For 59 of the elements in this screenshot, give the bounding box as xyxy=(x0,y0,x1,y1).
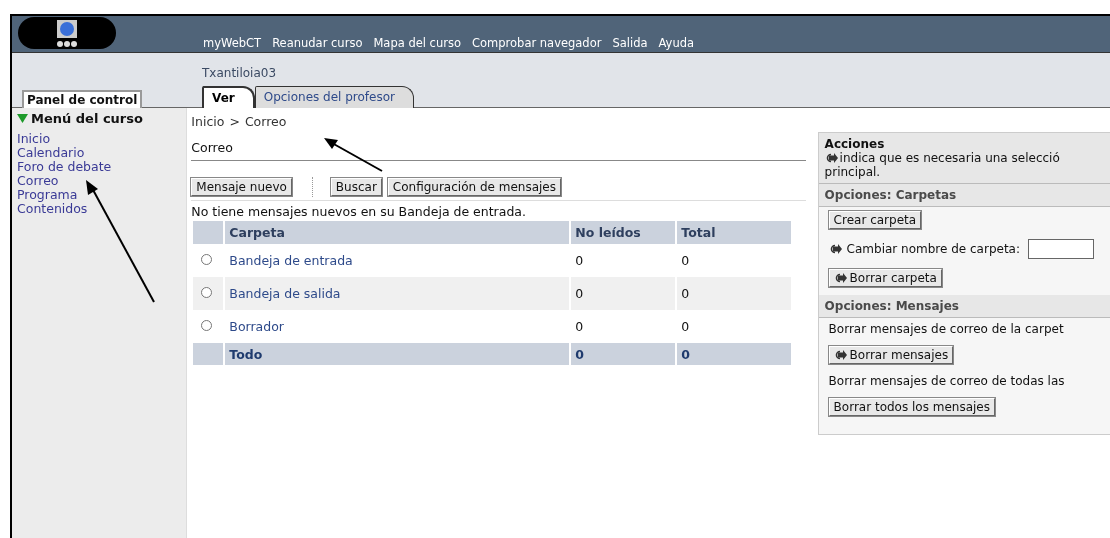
annotation-arrow xyxy=(324,138,384,173)
sidebar-link[interactable]: Contenidos xyxy=(17,202,187,216)
folder-link[interactable]: Borrador xyxy=(229,319,284,334)
course-name: Txantiloia03 xyxy=(202,66,278,80)
folder-name-field[interactable] xyxy=(1028,239,1094,259)
folder-link[interactable]: Bandeja de salida xyxy=(229,286,341,301)
section-title: Opciones: Carpetas xyxy=(818,184,1110,207)
table-cell: 0 xyxy=(675,277,792,310)
radio-button[interactable] xyxy=(201,320,213,331)
actions-title: Acciones xyxy=(824,137,886,151)
nav-link[interactable]: Ayuda xyxy=(658,36,695,50)
table-cell: 0 xyxy=(675,343,792,365)
field-label: Cambiar nombre de carpeta: xyxy=(845,242,1021,256)
sidebar-title: Menú del curso xyxy=(31,111,143,126)
sidebar-link[interactable]: Correo xyxy=(17,174,187,188)
sidebar-link[interactable]: Programa xyxy=(17,188,187,202)
curved-arrow-icon xyxy=(833,273,847,283)
section-title: Opciones: Mensajes xyxy=(818,295,1110,318)
expand-triangle-icon[interactable] xyxy=(17,114,28,123)
control-panel-tab[interactable]: Panel de control xyxy=(22,90,143,108)
curved-arrow-icon xyxy=(824,153,838,163)
folder-link[interactable]: Bandeja de entrada xyxy=(229,253,353,268)
column-header: Carpeta xyxy=(223,221,570,244)
column-header: No leídos xyxy=(569,221,676,244)
logo-icon xyxy=(18,17,116,49)
curved-arrow-icon xyxy=(833,350,847,360)
action-description: Borrar mensajes de correo de todas las xyxy=(828,374,1066,388)
breadcrumb-link[interactable]: Inicio xyxy=(191,114,225,132)
toolbar-button[interactable]: Buscar xyxy=(330,178,382,196)
tab[interactable]: Opciones del profesor xyxy=(254,86,414,108)
nav-link[interactable]: Mapa del curso xyxy=(373,36,461,50)
curved-arrow-icon xyxy=(828,244,842,254)
action-button[interactable]: Borrar todos los mensajes xyxy=(828,398,995,416)
radio-button[interactable] xyxy=(201,287,213,298)
tab[interactable]: Ver xyxy=(202,86,255,108)
column-header: Total xyxy=(675,221,792,244)
nav-link[interactable]: Reanudar curso xyxy=(272,36,363,50)
page-title: Correo xyxy=(191,140,806,161)
action-button[interactable]: Borrar mensajes xyxy=(828,346,954,364)
action-button[interactable]: Crear carpeta xyxy=(828,211,922,229)
radio-button[interactable] xyxy=(201,254,213,265)
breadcrumb-separator: > xyxy=(229,114,240,131)
sidebar-link[interactable]: Foro de debate xyxy=(17,160,187,174)
nav-link[interactable]: Comprobar navegador xyxy=(472,36,602,50)
toolbar-button[interactable]: Mensaje nuevo xyxy=(191,178,292,196)
actions-note: indica que es necesaria una selecció xyxy=(839,151,1060,165)
toolbar-button[interactable]: Configuración de mensajes xyxy=(387,178,561,196)
table-cell: 0 xyxy=(569,343,676,365)
action-description: Borrar mensajes de correo de la carpet xyxy=(828,322,1065,336)
sidebar-link[interactable]: Inicio xyxy=(17,132,187,146)
sidebar-link[interactable]: Calendario xyxy=(17,146,187,160)
nav-link[interactable]: myWebCT xyxy=(203,36,262,50)
nav-link[interactable]: Salida xyxy=(612,36,648,50)
action-button[interactable]: Borrar carpeta xyxy=(828,269,942,287)
actions-note: principal. xyxy=(824,165,882,179)
status-message: No tiene mensajes nuevos en su Bandeja de entrada. xyxy=(191,204,527,219)
table-cell: Todo xyxy=(223,343,570,365)
table-cell: 0 xyxy=(569,277,676,310)
breadcrumb-current: Correo xyxy=(244,114,287,131)
